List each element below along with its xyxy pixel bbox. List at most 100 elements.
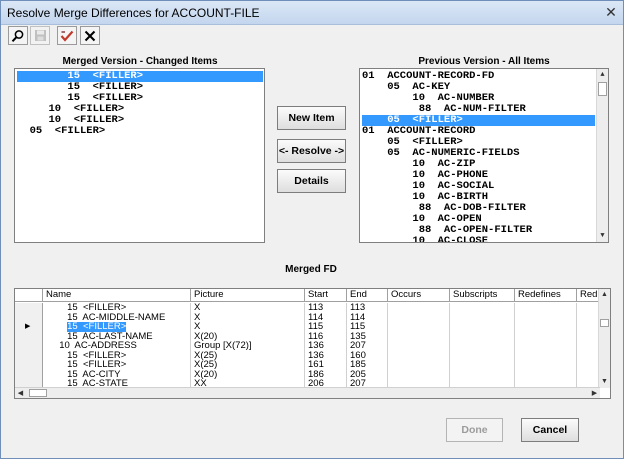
- cell-end[interactable]: 185: [347, 360, 388, 370]
- cell-occurs[interactable]: [388, 369, 450, 380]
- save-button[interactable]: [30, 26, 50, 45]
- column-header-red[interactable]: Red: [577, 289, 600, 302]
- cell-start[interactable]: 113: [305, 303, 347, 313]
- find-button[interactable]: [8, 26, 28, 45]
- done-button[interactable]: Done: [446, 418, 503, 442]
- row-indicator[interactable]: [15, 369, 43, 380]
- verify-button[interactable]: [57, 26, 77, 45]
- cell-picture[interactable]: X: [191, 322, 305, 332]
- grid-scroll-right-icon[interactable]: ▶: [589, 388, 600, 398]
- merged-list-item[interactable]: 05 <FILLER>: [17, 126, 263, 137]
- row-indicator[interactable]: [15, 303, 43, 313]
- column-header-occurs[interactable]: Occurs: [388, 289, 450, 302]
- cell-start[interactable]: 186: [305, 369, 347, 380]
- column-header-start[interactable]: Start: [305, 289, 347, 302]
- cell-occurs[interactable]: [388, 303, 450, 313]
- cell-name[interactable]: 15 <FILLER>: [43, 303, 191, 313]
- cell-start[interactable]: 136: [305, 341, 347, 351]
- cell-picture[interactable]: X(25): [191, 360, 305, 370]
- close-icon[interactable]: ✕: [603, 4, 619, 20]
- cell-name[interactable]: 15 AC-CITY: [43, 369, 191, 380]
- column-header-picture[interactable]: Picture: [191, 289, 305, 302]
- cell-subscripts[interactable]: [450, 360, 515, 370]
- cancel-button[interactable]: Cancel: [521, 418, 579, 442]
- cell-start[interactable]: 136: [305, 350, 347, 361]
- table-row[interactable]: 15 AC-LAST-NAME X(20) 116 135: [15, 331, 600, 342]
- cell-name[interactable]: 10 AC-ADDRESS: [43, 341, 191, 351]
- cell-redefines[interactable]: [515, 360, 577, 370]
- scroll-up-arrow-icon[interactable]: ▲: [597, 69, 608, 81]
- merged-fd-grid[interactable]: Name Picture Start End Occurs Subscripts Redef…: [14, 288, 611, 399]
- column-header-name[interactable]: Name: [43, 289, 191, 302]
- grid-vscroll[interactable]: ▲ ▼: [598, 289, 610, 388]
- row-indicator[interactable]: ▶: [15, 322, 43, 332]
- cell-start[interactable]: 161: [305, 360, 347, 370]
- previous-list-scrollbar[interactable]: ▲ ▼: [596, 69, 608, 242]
- cell-end[interactable]: 114: [347, 312, 388, 323]
- row-indicator[interactable]: [15, 341, 43, 351]
- cell-occurs[interactable]: [388, 350, 450, 361]
- table-row[interactable]: ▶ 15 <FILLER> X 115 115: [15, 322, 600, 332]
- cell-picture[interactable]: X(20): [191, 369, 305, 380]
- cell-subscripts[interactable]: [450, 341, 515, 351]
- cell-occurs[interactable]: [388, 331, 450, 342]
- new-item-button[interactable]: New Item: [277, 106, 346, 130]
- cell-occurs[interactable]: [388, 312, 450, 323]
- cell-redefines[interactable]: [515, 350, 577, 361]
- cell-picture[interactable]: X: [191, 312, 305, 323]
- table-row[interactable]: 15 AC-MIDDLE-NAME X 114 114: [15, 312, 600, 323]
- column-header-end[interactable]: End: [347, 289, 388, 302]
- row-indicator[interactable]: [15, 312, 43, 323]
- details-button[interactable]: Details: [277, 169, 346, 193]
- cell-name[interactable]: 15 <FILLER>: [43, 360, 191, 370]
- table-row[interactable]: 10 AC-ADDRESS Group [X(72)] 136 207: [15, 341, 600, 351]
- table-row[interactable]: 15 AC-CITY X(20) 186 205: [15, 369, 600, 380]
- grid-vscroll-thumb[interactable]: [600, 319, 609, 327]
- column-header-subscripts[interactable]: Subscripts: [450, 289, 515, 302]
- cell-red[interactable]: [577, 312, 600, 323]
- column-header-redefines[interactable]: Redefines: [515, 289, 577, 302]
- cell-occurs[interactable]: [388, 360, 450, 370]
- resolve-button[interactable]: <- Resolve ->: [277, 139, 346, 163]
- scroll-thumb[interactable]: [598, 82, 607, 96]
- cell-red[interactable]: [577, 341, 600, 351]
- cell-redefines[interactable]: [515, 322, 577, 332]
- grid-scroll-up-icon[interactable]: ▲: [599, 289, 610, 301]
- table-row[interactable]: 15 <FILLER> X 113 113: [15, 303, 600, 313]
- cell-red[interactable]: [577, 350, 600, 361]
- cell-start[interactable]: 114: [305, 312, 347, 323]
- row-indicator[interactable]: [15, 350, 43, 361]
- cell-subscripts[interactable]: [450, 303, 515, 313]
- cell-occurs[interactable]: [388, 322, 450, 332]
- cell-end[interactable]: 160: [347, 350, 388, 361]
- cell-name[interactable]: 15 AC-LAST-NAME: [43, 331, 191, 342]
- cell-end[interactable]: 205: [347, 369, 388, 380]
- cell-start[interactable]: 116: [305, 331, 347, 342]
- cell-picture[interactable]: X(25): [191, 350, 305, 361]
- merged-version-list[interactable]: 15 <FILLER> 15 <FILLER> 15 <FILLER> 10 <…: [14, 68, 265, 243]
- cell-end[interactable]: 113: [347, 303, 388, 313]
- previous-version-list[interactable]: ▲ ▼ 01 ACCOUNT-RECORD-FD 05 AC-KEY 10 AC…: [359, 68, 609, 243]
- grid-hscroll[interactable]: ◀ ▶: [15, 387, 600, 398]
- cell-picture[interactable]: Group [X(72)]: [191, 341, 305, 351]
- cell-redefines[interactable]: [515, 303, 577, 313]
- cell-picture[interactable]: X: [191, 303, 305, 313]
- cell-end[interactable]: 115: [347, 322, 388, 332]
- cell-redefines[interactable]: [515, 341, 577, 351]
- table-row[interactable]: 15 <FILLER> X(25) 136 160: [15, 350, 600, 361]
- cell-redefines[interactable]: [515, 369, 577, 380]
- cell-end[interactable]: 135: [347, 331, 388, 342]
- grid-scroll-down-icon[interactable]: ▼: [599, 376, 610, 388]
- cell-red[interactable]: [577, 322, 600, 332]
- table-row[interactable]: 15 <FILLER> X(25) 161 185: [15, 360, 600, 370]
- previous-list-item[interactable]: 10 AC-CLOSE: [362, 236, 595, 243]
- cell-subscripts[interactable]: [450, 312, 515, 323]
- scroll-down-arrow-icon[interactable]: ▼: [597, 230, 608, 242]
- cell-picture[interactable]: X(20): [191, 331, 305, 342]
- cell-red[interactable]: [577, 360, 600, 370]
- cell-red[interactable]: [577, 303, 600, 313]
- cell-red[interactable]: [577, 369, 600, 380]
- cell-name[interactable]: 15 <FILLER>: [43, 322, 191, 332]
- grid-scroll-left-icon[interactable]: ◀: [15, 388, 26, 398]
- cell-end[interactable]: 207: [347, 341, 388, 351]
